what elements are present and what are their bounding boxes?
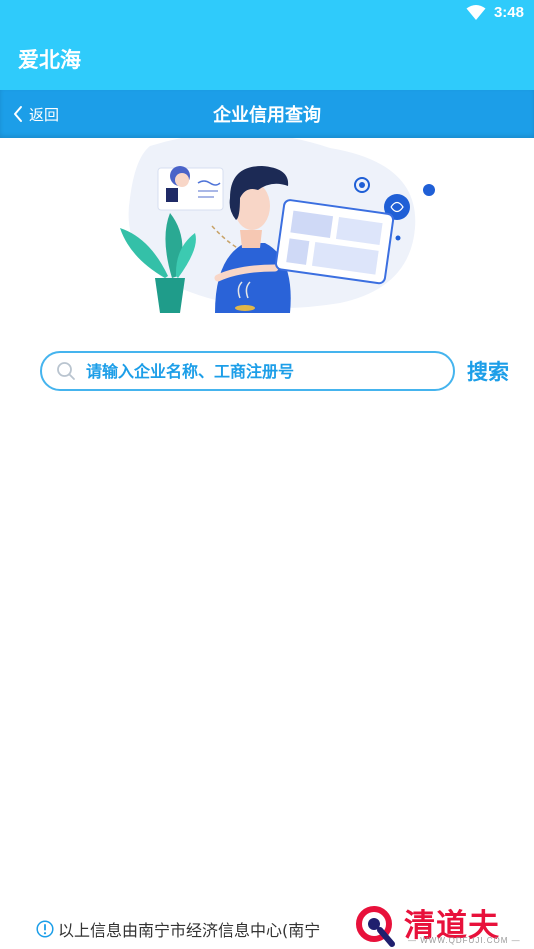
wifi-icon: [466, 5, 486, 20]
search-button[interactable]: 搜索: [467, 356, 509, 386]
search-input[interactable]: [86, 361, 426, 381]
status-bar: 3:48: [0, 0, 534, 28]
search-icon: [57, 362, 75, 380]
app-title: 爱北海: [18, 48, 81, 72]
q-logo-icon: [356, 906, 395, 947]
nav-bar: 返回 企业信用查询: [0, 90, 534, 138]
info-icon: [36, 920, 54, 938]
hero-illustration: [0, 138, 534, 313]
status-time: 3:48: [493, 4, 524, 21]
footer-notice: 以上信息由南宁市经济信息中心(南宁: [36, 917, 320, 941]
search-row: 搜索: [0, 348, 534, 394]
man-with-dashboard-illustration: [0, 138, 534, 313]
footer-notice-text: 以上信息由南宁市经济信息中心(南宁: [58, 921, 321, 940]
app-header: 爱北海: [0, 28, 534, 90]
watermark: 清道夫 — WWW.QDFUJI.COM —: [352, 902, 524, 948]
page-title: 企业信用查询: [213, 105, 321, 126]
watermark-url: — WWW.QDFUJI.COM —: [408, 936, 521, 945]
search-box[interactable]: [40, 351, 455, 391]
